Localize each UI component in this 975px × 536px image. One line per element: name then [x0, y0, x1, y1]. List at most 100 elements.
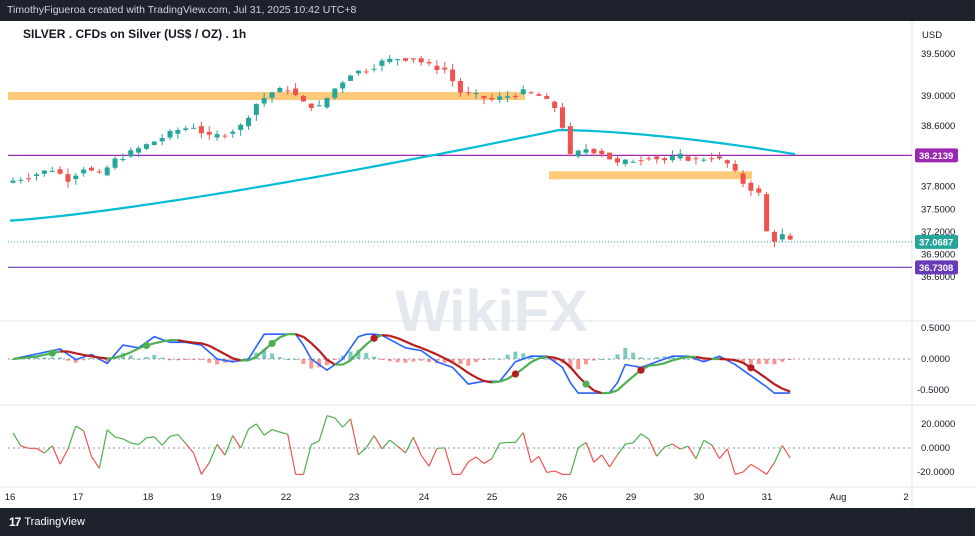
oscillator-segment	[311, 440, 320, 446]
macd-signal-segment	[773, 383, 783, 390]
macd-cross-marker	[48, 349, 56, 357]
macd-histogram-bar	[191, 359, 196, 360]
candle-body	[253, 103, 259, 115]
macd-histogram-bar	[372, 356, 377, 359]
macd-histogram-bar	[293, 359, 298, 360]
oscillator-segment	[326, 415, 336, 419]
macd-signal-segment	[616, 382, 627, 392]
macd-signal-segment	[67, 350, 77, 355]
macd-histogram-bar	[395, 359, 400, 363]
support-resistance-zone	[549, 171, 752, 180]
macd-histogram-bar	[654, 357, 659, 359]
candle-body	[465, 92, 471, 94]
oscillator-segment	[695, 440, 705, 459]
candle-body	[49, 170, 55, 172]
macd-signal-segment	[185, 340, 194, 344]
macd-signal-segment	[216, 348, 226, 356]
macd-histogram-bar	[788, 359, 793, 360]
macd-histogram-bar	[58, 357, 63, 359]
candle-body	[575, 150, 581, 157]
caption-bar: TimothyFigueroa created with TradingView…	[0, 0, 975, 21]
oscillator-segment	[279, 431, 288, 435]
macd-cross-marker	[582, 380, 590, 388]
candle-body	[167, 131, 173, 138]
time-tick-label: 18	[143, 492, 154, 503]
candle-body	[434, 65, 440, 70]
macd-histogram-bar	[285, 359, 290, 360]
oscillator-segment	[593, 454, 603, 463]
macd-histogram-bar	[199, 359, 204, 361]
candle-body	[654, 156, 660, 160]
macd-signal-segment	[546, 355, 555, 359]
candle-body	[520, 89, 526, 95]
oscillator-segment	[358, 447, 367, 456]
macd-histogram-bar	[175, 359, 180, 361]
macd-histogram-bar	[403, 359, 408, 363]
candle-body	[473, 93, 479, 95]
tradingview-brand[interactable]: 17 TradingView	[9, 515, 85, 529]
oscillator-segment	[373, 435, 383, 450]
macd-signal-segment	[656, 362, 665, 367]
candle-body	[41, 170, 47, 174]
candle-body	[442, 67, 448, 70]
price-tag-label: 38.2139	[919, 151, 953, 162]
candle-body	[497, 96, 503, 100]
oscillator-segment	[114, 436, 124, 440]
macd-histogram-bar	[160, 357, 165, 359]
oscillator-segment	[169, 433, 178, 437]
macd-signal-segment	[154, 340, 163, 345]
watermark-text: WikiFX	[395, 279, 588, 344]
candle-body	[387, 58, 393, 63]
oscillator-segment	[436, 447, 445, 450]
oscillator-segment	[467, 456, 477, 463]
oscillator-segment	[83, 430, 93, 457]
oscillator-segment	[200, 462, 210, 475]
time-tick-label: 19	[211, 492, 222, 503]
macd-signal-segment	[758, 372, 768, 380]
oscillator-segment	[130, 442, 139, 446]
candle-body	[183, 128, 189, 130]
time-axis[interactable]: 16 17 18 19 22 23 24 25 26 29 30 31 Aug 2	[5, 492, 909, 503]
macd-histogram-bar	[379, 359, 384, 360]
oscillator-segment	[781, 445, 791, 459]
macd-histogram-bar	[128, 355, 133, 359]
candle-body	[293, 88, 299, 96]
macd-signal-segment	[483, 379, 493, 384]
candle-body	[191, 127, 197, 129]
macd-signal-segment	[781, 387, 791, 393]
macd-histogram-bar	[364, 352, 369, 359]
candle-body	[379, 60, 385, 66]
candle-body	[10, 180, 16, 183]
time-tick-label: 22	[281, 492, 292, 503]
oscillator-segment	[75, 425, 84, 432]
macd-histogram-bar	[686, 358, 691, 360]
oscillator-segment	[365, 435, 375, 449]
price-tick-label: 37.5000	[921, 204, 955, 215]
oscillator-segment	[271, 428, 281, 433]
macd-signal-segment	[193, 341, 202, 345]
macd-cross-marker	[747, 364, 755, 372]
oscillator-segment	[59, 448, 69, 465]
candle-body	[34, 174, 40, 177]
candle-body	[151, 141, 157, 146]
oscillator-segment	[758, 468, 767, 475]
candle-body	[136, 148, 142, 153]
candle-body	[685, 156, 691, 161]
macd-signal-segment	[318, 349, 328, 361]
candle-body	[238, 124, 244, 130]
candle-body	[418, 58, 424, 63]
macd-histogram-bar	[615, 354, 620, 359]
macd-histogram-bar	[277, 357, 282, 359]
oscillator-segment	[240, 428, 250, 449]
chart-area[interactable]: WikiFX 39.5000 39.0000 38.6000 37.8000 37.50…	[0, 21, 975, 508]
macd-cross-marker	[142, 341, 151, 349]
macd-signal-segment	[83, 353, 92, 358]
macd-histogram-bar	[623, 347, 628, 359]
candle-body	[544, 96, 550, 99]
oscillator-segment	[185, 443, 195, 454]
price-tick-label: 36.9000	[921, 250, 955, 261]
macd-signal-segment	[765, 377, 776, 386]
macd-signal-segment	[459, 366, 469, 374]
candle-body	[214, 134, 220, 138]
macd-signal-segment	[20, 356, 29, 360]
